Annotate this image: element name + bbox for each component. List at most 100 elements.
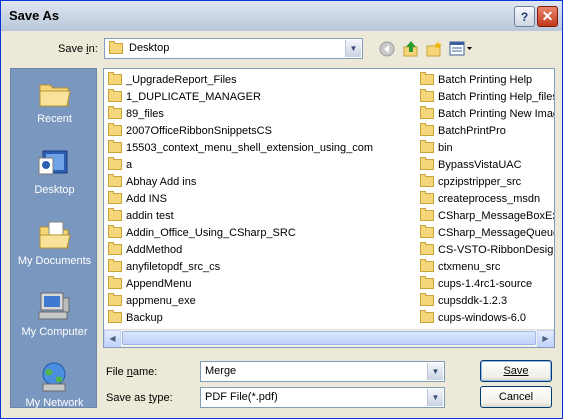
list-item-label: Batch Printing Help <box>438 73 533 86</box>
place-my-documents[interactable]: My Documents <box>11 211 98 281</box>
list-item[interactable]: cupsddk-1.2.3 <box>420 292 554 309</box>
list-item[interactable]: CS-VSTO-RibbonDesigne <box>420 241 555 258</box>
list-item[interactable]: Abhay Add ins <box>108 173 373 190</box>
list-item[interactable]: cups-1.4rc1-source <box>420 275 554 292</box>
list-item-label: addin test <box>126 209 174 222</box>
horizontal-scrollbar[interactable]: ◀ ▶ <box>104 329 554 347</box>
folder-icon <box>420 140 434 153</box>
close-button[interactable]: ✕ <box>537 6 558 27</box>
list-item[interactable]: Batch Printing Help <box>420 71 554 88</box>
new-folder-icon[interactable] <box>425 40 443 58</box>
list-item[interactable]: 1_DUPLICATE_MANAGER <box>108 88 373 105</box>
place-desktop[interactable]: Desktop <box>11 140 98 210</box>
list-item-label: ctxmenu_src <box>438 260 501 273</box>
list-item[interactable]: Add INS <box>108 190 373 207</box>
folder-icon <box>108 259 122 272</box>
list-item[interactable]: addin test <box>108 207 373 224</box>
list-item-label: Abhay Add ins <box>126 175 197 188</box>
place-recent[interactable]: Recent <box>11 69 98 139</box>
file-column-2: Batch Printing Help Batch Printing Help_f… <box>420 71 555 326</box>
list-item-label: bin <box>438 141 453 154</box>
my-network-icon <box>37 361 71 393</box>
save-as-dialog: Save As ? ✕ Save in: Desktop ▼ Recent De… <box>0 0 563 419</box>
folder-icon <box>108 89 122 102</box>
scroll-left-icon[interactable]: ◀ <box>104 330 121 347</box>
folder-icon <box>108 191 122 204</box>
list-item[interactable]: AddMethod <box>108 241 373 258</box>
list-item[interactable]: BatchPrintPro <box>420 122 554 139</box>
list-item[interactable]: ctxmenu_src <box>420 258 554 275</box>
file-name-value: Merge <box>205 365 237 377</box>
folder-icon <box>420 89 434 102</box>
place-label-my-computer: My Computer <box>21 326 88 338</box>
folder-icon <box>108 310 122 323</box>
list-item-label: a <box>126 158 133 171</box>
views-menu-icon[interactable] <box>449 40 473 58</box>
place-my-computer[interactable]: My Computer <box>11 282 98 352</box>
save-button[interactable]: Save <box>480 360 552 382</box>
chevron-down-icon[interactable]: ▼ <box>345 40 361 57</box>
list-item-label: appmenu_exe <box>126 294 196 307</box>
list-item[interactable]: Addin_Office_Using_CSharp_SRC <box>108 224 373 241</box>
save-in-combo[interactable]: Desktop ▼ <box>104 38 363 59</box>
list-item[interactable]: a <box>108 156 373 173</box>
recent-icon <box>37 77 71 109</box>
list-item[interactable]: cpzipstripper_src <box>420 173 554 190</box>
chevron-down-icon[interactable]: ▼ <box>427 363 443 380</box>
scroll-right-icon[interactable]: ▶ <box>537 330 554 347</box>
folder-icon <box>420 208 434 221</box>
folder-icon <box>420 242 434 255</box>
list-item[interactable]: createprocess_msdn <box>420 190 554 207</box>
list-item[interactable]: 2007OfficeRibbonSnippetsCS <box>108 122 373 139</box>
folder-icon <box>108 293 122 306</box>
list-item[interactable]: BypassVistaUAC <box>420 156 554 173</box>
desktop-icon <box>37 148 71 180</box>
scroll-thumb[interactable] <box>122 331 536 345</box>
back-icon[interactable] <box>378 40 396 58</box>
chevron-down-icon[interactable]: ▼ <box>427 389 443 406</box>
list-item[interactable]: cups-windows-6.0 <box>420 309 554 326</box>
list-item-label: BatchPrintPro <box>438 124 506 137</box>
folder-icon <box>420 106 434 119</box>
list-item[interactable]: bin <box>420 139 554 156</box>
list-item-label: anyfiletopdf_src_cs <box>126 260 221 273</box>
list-item[interactable]: appmenu_exe <box>108 292 373 309</box>
list-item[interactable]: _UpgradeReport_Files <box>108 71 373 88</box>
folder-icon <box>108 174 122 187</box>
file-list[interactable]: _UpgradeReport_Files 1_DUPLICATE_MANAGER 8… <box>103 68 555 348</box>
place-label-my-documents: My Documents <box>17 255 92 267</box>
cancel-button[interactable]: Cancel <box>480 386 552 408</box>
folder-icon <box>420 191 434 204</box>
place-my-network[interactable]: My Network <box>11 353 98 418</box>
list-item[interactable]: 15503_context_menu_shell_extension_using… <box>108 139 373 156</box>
list-item-label: CSharp_MessageBoxExa <box>438 209 555 222</box>
save-type-select[interactable]: PDF File(*.pdf) ▼ <box>200 387 445 408</box>
list-item-label: CSharp_MessageQueue <box>438 226 555 239</box>
list-item-label: CS-VSTO-RibbonDesigne <box>438 243 555 256</box>
save-type-value: PDF File(*.pdf) <box>205 391 278 403</box>
file-column-1: _UpgradeReport_Files 1_DUPLICATE_MANAGER 8… <box>108 71 373 326</box>
list-item[interactable]: Backup <box>108 309 373 326</box>
list-item-label: createprocess_msdn <box>438 192 541 205</box>
file-name-input[interactable]: Merge ▼ <box>200 361 445 382</box>
list-item-label: Addin_Office_Using_CSharp_SRC <box>126 226 296 239</box>
list-item[interactable]: AppendMenu <box>108 275 373 292</box>
list-item-label: 2007OfficeRibbonSnippetsCS <box>126 124 272 137</box>
help-button[interactable]: ? <box>514 6 535 27</box>
folder-icon <box>420 157 434 170</box>
save-type-label: Save as type: <box>106 392 173 404</box>
list-item[interactable]: anyfiletopdf_src_cs <box>108 258 373 275</box>
list-item[interactable]: CSharp_MessageQueue <box>420 224 555 241</box>
up-folder-icon[interactable] <box>402 40 420 58</box>
list-item-label: cpzipstripper_src <box>438 175 522 188</box>
list-item[interactable]: Batch Printing New Imag <box>420 105 554 122</box>
folder-icon <box>108 157 122 170</box>
list-item[interactable]: CSharp_MessageBoxExa <box>420 207 555 224</box>
title-bar[interactable]: Save As ? ✕ <box>1 1 562 31</box>
folder-icon <box>108 106 122 119</box>
window-title: Save As <box>9 8 60 23</box>
folder-icon <box>108 123 122 136</box>
list-item[interactable]: Batch Printing Help_files <box>420 88 554 105</box>
list-item[interactable]: 89_files <box>108 105 373 122</box>
folder-icon <box>108 242 122 255</box>
